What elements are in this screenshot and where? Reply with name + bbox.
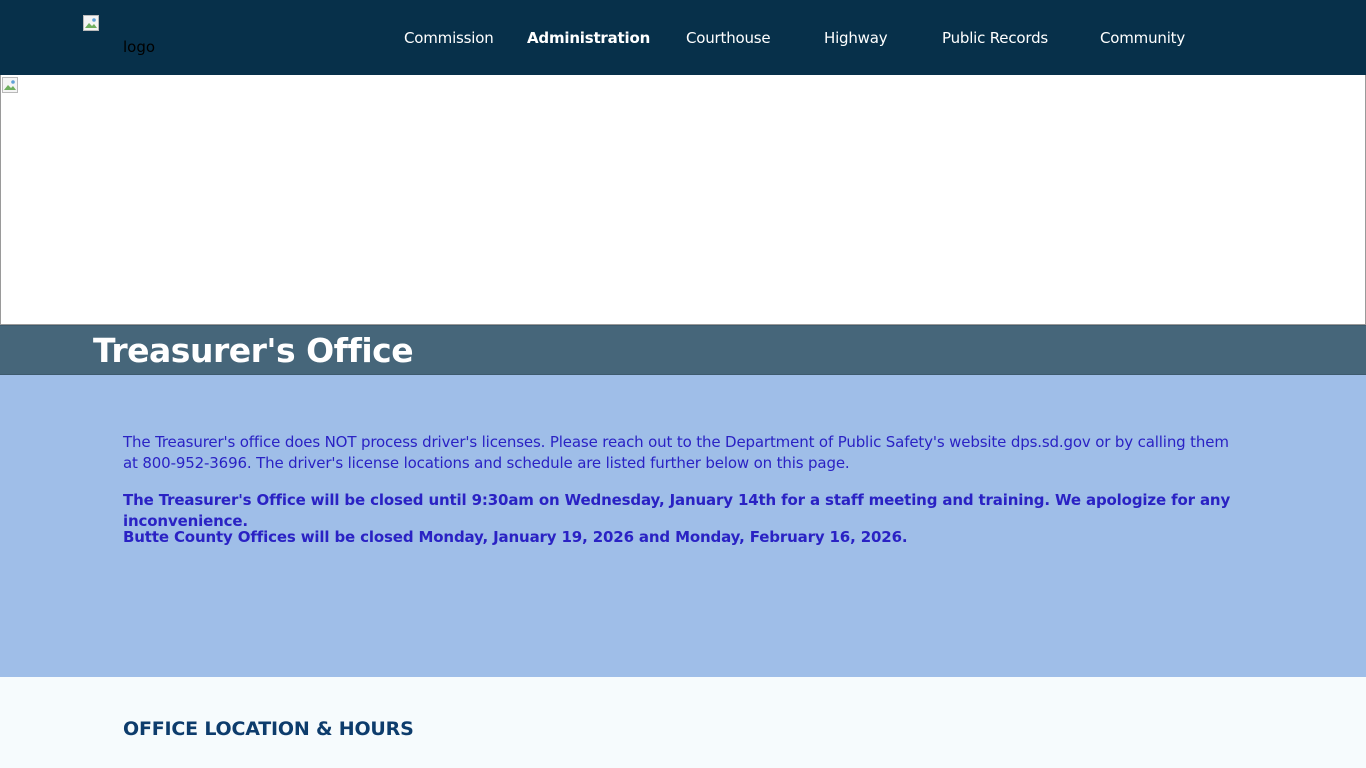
nav-administration[interactable]: Administration [527,29,650,47]
nav-community[interactable]: Community [1100,29,1185,47]
office-location-section: OFFICE LOCATION & HOURS [0,677,1366,768]
site-logo[interactable]: logo [83,15,173,65]
nav-public-records[interactable]: Public Records [942,29,1048,47]
notice-drivers-license: The Treasurer's office does NOT process … [123,433,1229,472]
notice-holiday-closure: Butte County Offices will be closed Mond… [123,528,908,546]
nav-highway[interactable]: Highway [824,29,888,47]
office-location-heading: OFFICE LOCATION & HOURS [123,718,414,740]
hero-banner-image [0,75,1366,325]
logo-alt-text: logo [123,38,156,56]
nav-courthouse[interactable]: Courthouse [686,29,771,47]
page-title: Treasurer's Office [93,331,414,370]
broken-image-icon [2,77,18,93]
broken-image-icon [83,15,99,31]
top-navbar: logo Commission Administration Courthous… [0,0,1366,75]
notice-staff-meeting: The Treasurer's Office will be closed un… [123,491,1231,530]
page-title-band: Treasurer's Office [0,325,1366,375]
nav-commission[interactable]: Commission [404,29,494,47]
notice-section: The Treasurer's office does NOT process … [0,375,1366,677]
